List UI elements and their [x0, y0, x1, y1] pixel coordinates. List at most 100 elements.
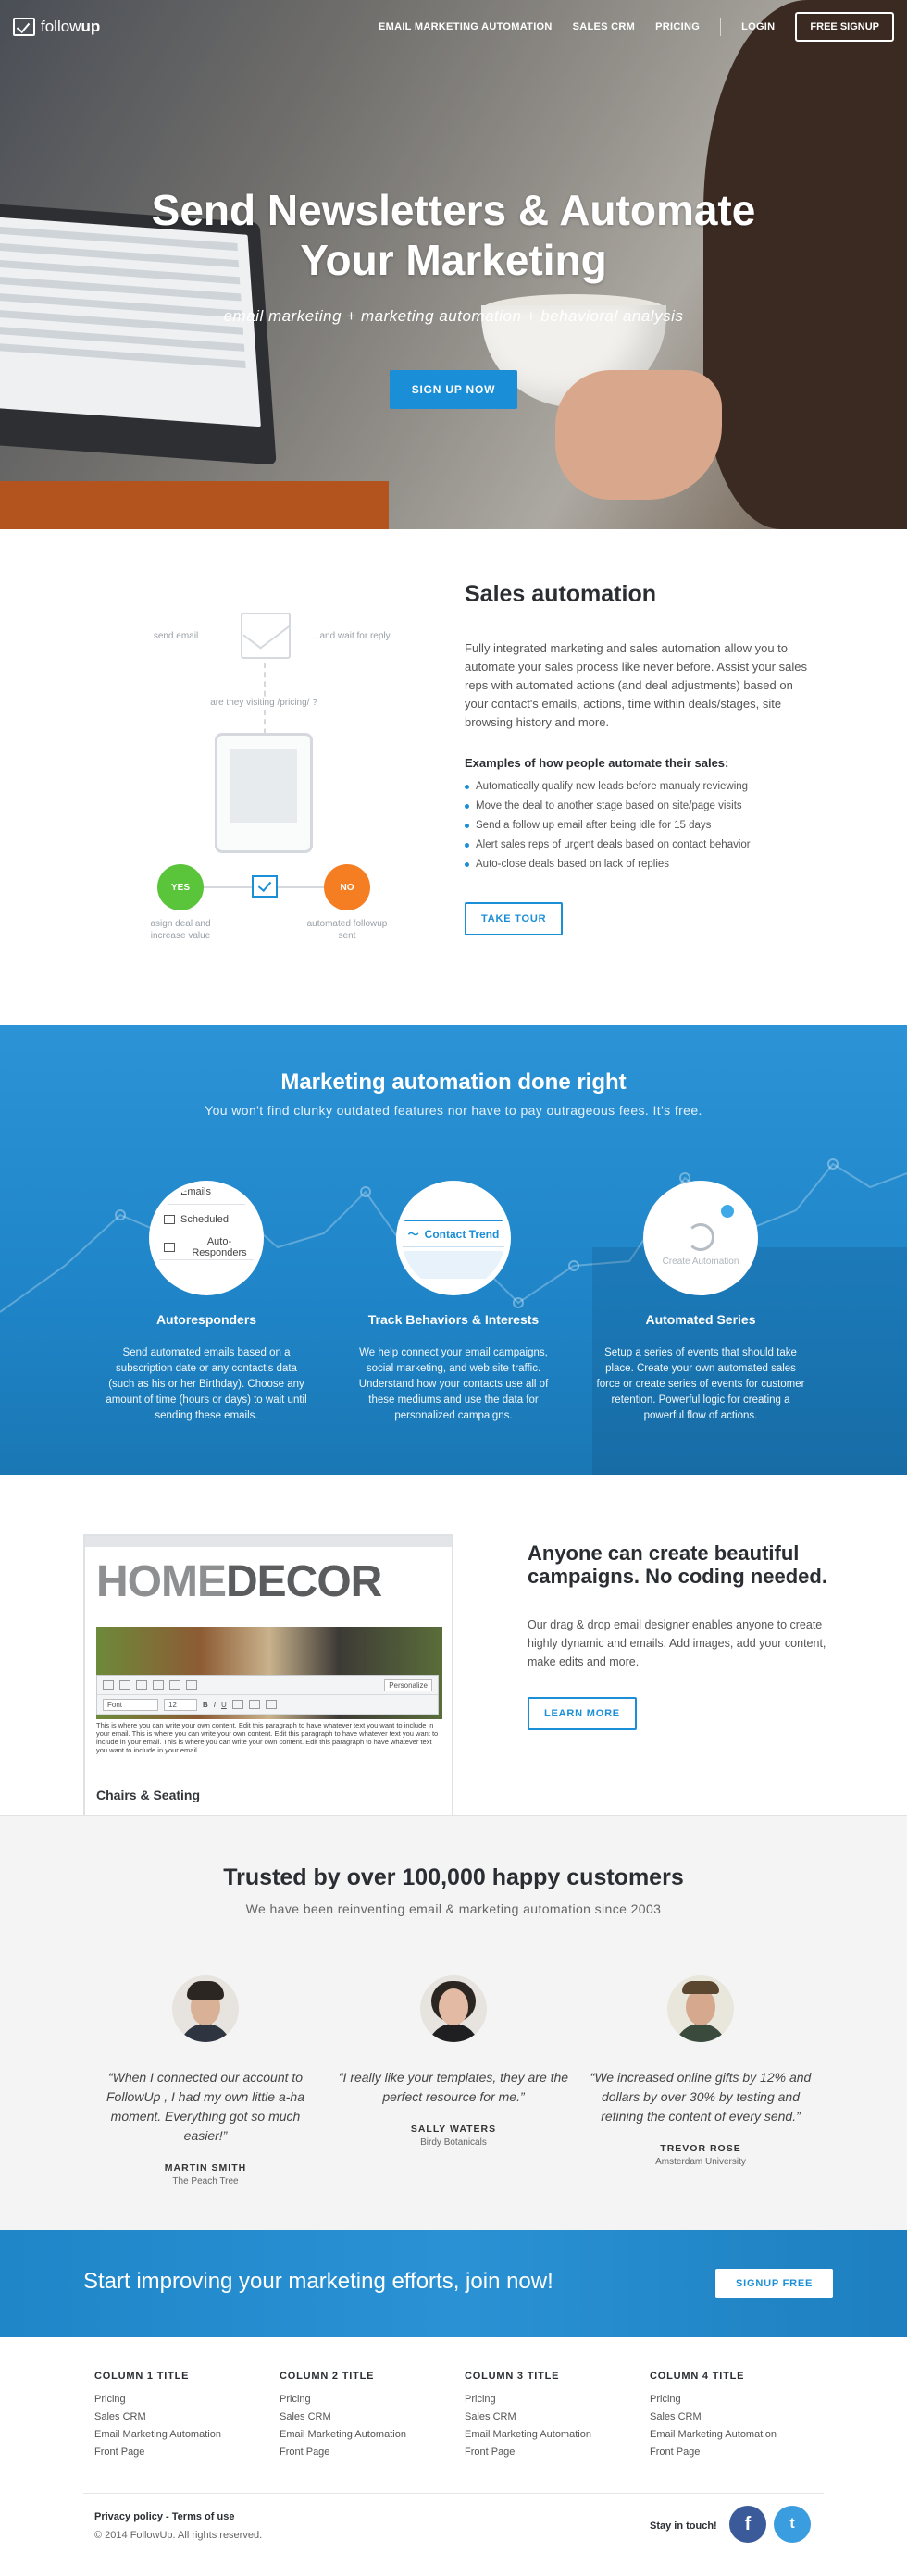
hero-table-image [0, 481, 389, 529]
footer-link-email-marketing[interactable]: Email Marketing Automation [650, 2426, 835, 2444]
testimonial-quote: “When I connected our account to FollowU… [106, 2070, 304, 2143]
contact-trend-ui-preview: 〜 Contact Trend [398, 1183, 509, 1294]
terms-of-use-link[interactable]: Terms of use [172, 2511, 235, 2522]
privacy-policy-link[interactable]: Privacy policy [94, 2511, 163, 2522]
testimonial-org: Birdy Botanicals [420, 2137, 487, 2148]
checkbox-logo-icon [13, 18, 35, 36]
drag-drop-section: HOMEDECOR Personalize Font 12 BIU This i… [0, 1475, 907, 1815]
testimonial-quote: “I really like your templates, they are … [338, 2070, 569, 2104]
footer-link-front-page[interactable]: Front Page [465, 2444, 650, 2461]
testimonial-card: “I really like your templates, they are … [338, 1975, 569, 2148]
nav-link-sales-crm[interactable]: SALES CRM [573, 21, 635, 32]
image-icon [136, 1680, 147, 1690]
nav-link-login[interactable]: LOGIN [741, 21, 775, 32]
footer-link-sales-crm[interactable]: Sales CRM [650, 2409, 835, 2426]
top-nav: followup EMAIL MARKETING AUTOMATION SALE… [0, 0, 907, 54]
table-icon [153, 1680, 164, 1690]
diagram-yes-action: asign deal and increase value [150, 919, 211, 941]
copyright: © 2014 FollowUp. All rights reserved. [94, 2530, 263, 2541]
testimonial-name: SALLY WATERS [410, 2124, 497, 2135]
testimonial-org: Amsterdam University [655, 2157, 746, 2167]
footer-link-email-marketing[interactable]: Email Marketing Automation [465, 2426, 650, 2444]
checkbox-icon [252, 875, 278, 898]
sign-up-now-button[interactable]: SIGN UP NOW [389, 370, 518, 409]
footer-link-front-page[interactable]: Front Page [650, 2444, 835, 2461]
bold-icon: B [203, 1700, 208, 1709]
create-automation-label: Create Automation [662, 1257, 739, 1267]
diagram-send-email-label: send email [153, 631, 199, 641]
facebook-icon[interactable]: f [729, 2506, 766, 2543]
free-signup-button[interactable]: FREE SIGNUP [795, 12, 894, 42]
testimonials-title: Trusted by over 100,000 happy customers [223, 1864, 684, 1890]
avatar [172, 1975, 239, 2042]
footer-link-front-page[interactable]: Front Page [280, 2444, 465, 2461]
diagram-wait-label: ... and wait for reply [309, 631, 391, 641]
align-left-icon [231, 1700, 243, 1709]
footer-link-sales-crm[interactable]: Sales CRM [465, 2409, 650, 2426]
signup-cta-band: Start improving your marketing efforts, … [0, 2230, 907, 2337]
footer-link-sales-crm[interactable]: Sales CRM [94, 2409, 280, 2426]
footer-link-pricing[interactable]: Pricing [94, 2391, 280, 2409]
feature-title: Track Behaviors & Interests [367, 1312, 540, 1327]
testimonials-subtitle: We have been reinventing email & marketi… [245, 1901, 662, 1916]
testimonial-quote: “We increased online gifts by 12% and do… [590, 2070, 812, 2124]
nav-link-pricing[interactable]: PRICING [655, 21, 700, 32]
editor-window-bar [85, 1536, 452, 1547]
testimonial-name: TREVOR ROSE [660, 2143, 741, 2154]
take-tour-button[interactable]: TAKE TOUR [465, 902, 564, 935]
nav-link-email-marketing[interactable]: EMAIL MARKETING AUTOMATION [379, 21, 553, 32]
testimonials-section: Trusted by over 100,000 happy customers … [0, 1815, 907, 2230]
list-item: Automatically qualify new leads before m… [465, 777, 816, 797]
font-dropdown: Font [103, 1698, 158, 1711]
footer-column: COLUMN 2 TITLE Pricing Sales CRM Email M… [280, 2371, 465, 2461]
feature-text: Send automated emails based on a subscri… [106, 1347, 307, 1421]
email-editor-preview: HOMEDECOR Personalize Font 12 BIU This i… [83, 1534, 454, 1815]
stay-in-touch-label: Stay in touch! [650, 2520, 717, 2532]
footer-link-email-marketing[interactable]: Email Marketing Automation [94, 2426, 280, 2444]
sales-flow-diagram: send email ... and wait for reply are th… [139, 613, 435, 941]
check-badge-icon [721, 1205, 734, 1218]
drag-drop-copy: Anyone can create beautiful campaigns. N… [528, 1542, 833, 1730]
list-icon [169, 1680, 180, 1690]
diagram-visiting-label: are they visiting /pricing/ ? [176, 698, 352, 708]
hero-content: Send Newsletters & Automate Your Marketi… [0, 185, 907, 409]
footer-link-sales-crm[interactable]: Sales CRM [280, 2409, 465, 2426]
list-item: Move the deal to another stage based on … [465, 797, 816, 816]
trend-line-icon: 〜 [407, 1228, 419, 1241]
drag-drop-body: Our drag & drop email designer enables a… [528, 1618, 826, 1668]
footer-link-front-page[interactable]: Front Page [94, 2444, 280, 2461]
hero-title: Send Newsletters & Automate Your Marketi… [151, 186, 756, 284]
testimonial-card: “We increased online gifts by 12% and do… [585, 1975, 816, 2167]
link-icon [119, 1680, 130, 1690]
learn-more-button[interactable]: LEARN MORE [528, 1697, 637, 1730]
envelope-icon [241, 613, 291, 659]
diagram-no-node: NO [324, 864, 370, 910]
footer-column: COLUMN 4 TITLE Pricing Sales CRM Email M… [650, 2371, 835, 2461]
personalize-dropdown: Personalize [384, 1678, 432, 1691]
calendar-icon [164, 1214, 175, 1224]
footer-link-pricing[interactable]: Pricing [280, 2391, 465, 2409]
marketing-subtitle: You won't find clunky outdated features … [205, 1103, 702, 1118]
diagram-yes-node: YES [157, 864, 204, 910]
feature-track-behaviors: 〜 Contact Trend Track Behaviors & Interes… [338, 1183, 569, 1424]
twitter-icon[interactable]: t [774, 2506, 811, 2543]
list-item: Alert sales reps of urgent deals based o… [465, 836, 816, 855]
sales-automation-section: send email ... and wait for reply are th… [0, 529, 907, 1025]
sales-title: Sales automation [465, 581, 656, 607]
footer-link-pricing[interactable]: Pricing [650, 2391, 835, 2409]
footer-link-email-marketing[interactable]: Email Marketing Automation [280, 2426, 465, 2444]
footer-link-pricing[interactable]: Pricing [465, 2391, 650, 2409]
feature-title: Autoresponders [155, 1312, 257, 1327]
footer-column: COLUMN 3 TITLE Pricing Sales CRM Email M… [465, 2371, 650, 2461]
hero-section: followup EMAIL MARKETING AUTOMATION SALE… [0, 0, 907, 529]
phone-icon [215, 733, 313, 853]
logo[interactable]: followup [13, 18, 100, 36]
footer: COLUMN 1 TITLE Pricing Sales CRM Email M… [0, 2337, 907, 2576]
autoresponders-ui-preview: Emails Scheduled Auto-Responders [151, 1183, 262, 1294]
logo-text: followup [41, 18, 101, 35]
nav-links: EMAIL MARKETING AUTOMATION SALES CRM PRI… [358, 12, 894, 42]
feature-automated-series: Create Automation Automated Series Setup… [585, 1183, 816, 1424]
signup-free-button[interactable]: SIGNUP FREE [715, 2269, 834, 2298]
testimonial-card: “When I connected our account to FollowU… [90, 1975, 321, 2186]
list-item: Auto-close deals based on lack of replie… [465, 855, 816, 874]
